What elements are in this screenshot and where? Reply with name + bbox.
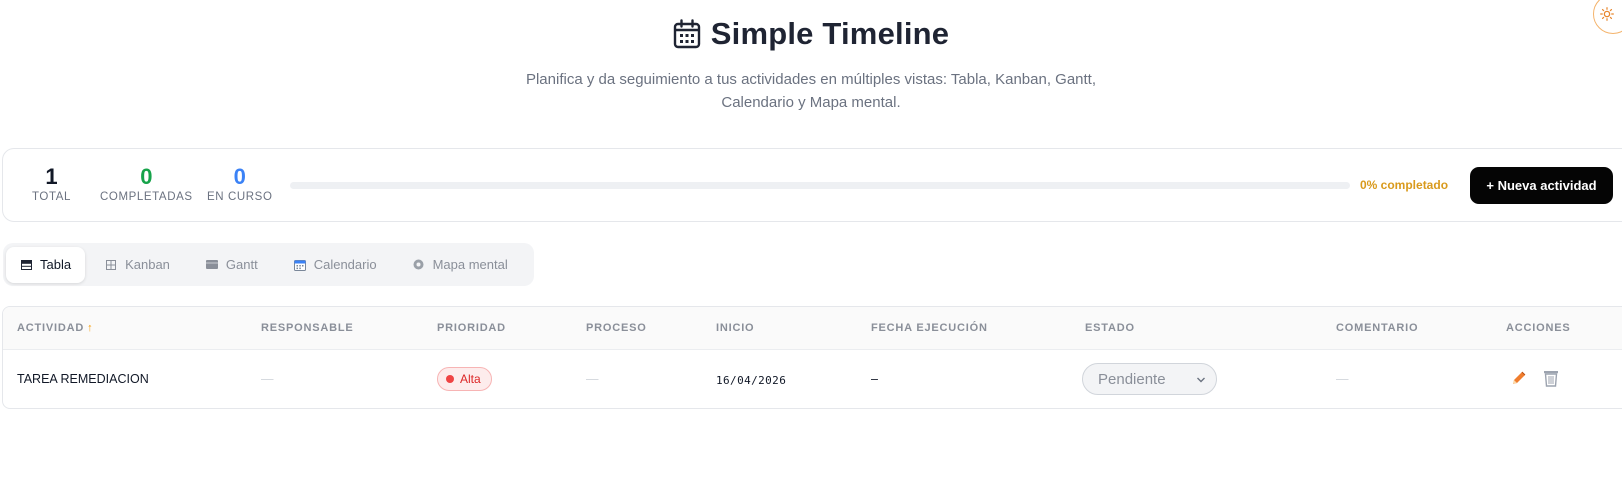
status-select-value: Pendiente bbox=[1098, 370, 1166, 388]
tab-label: Mapa mental bbox=[432, 257, 508, 272]
column-header-prioridad[interactable]: PRIORIDAD bbox=[437, 322, 506, 334]
tab-tabla[interactable]: Tabla bbox=[6, 246, 86, 283]
cell-execution-date: – bbox=[871, 372, 878, 386]
stat-total-value: 1 bbox=[45, 164, 58, 189]
stat-completed-value: 0 bbox=[140, 164, 153, 189]
stat-completed: 0 COMPLETADAS bbox=[100, 164, 193, 204]
mind-map-icon bbox=[413, 259, 425, 271]
tab-kanban[interactable]: Kanban bbox=[91, 247, 184, 283]
status-select[interactable]: Pendiente bbox=[1082, 363, 1217, 395]
column-header-fecha-ejecucion[interactable]: FECHA EJECUCIÓN bbox=[871, 322, 988, 334]
chevron-down-icon bbox=[1196, 373, 1206, 390]
tab-gantt[interactable]: Gantt bbox=[192, 247, 272, 283]
title-row: Simple Timeline bbox=[0, 14, 1622, 54]
tab-label: Gantt bbox=[225, 257, 258, 272]
progress-bar bbox=[290, 182, 1350, 189]
column-header-responsable[interactable]: RESPONSABLE bbox=[261, 322, 354, 334]
column-header-inicio[interactable]: INICIO bbox=[716, 322, 754, 334]
stat-total-label: TOTAL bbox=[32, 191, 71, 203]
cell-start-date: 16/04/2026 bbox=[716, 374, 787, 387]
stat-in-progress: 0 EN CURSO bbox=[207, 164, 273, 204]
progress-text: 0% completado bbox=[1360, 178, 1449, 192]
column-header-comentario[interactable]: COMENTARIO bbox=[1336, 322, 1418, 334]
column-header-estado[interactable]: ESTADO bbox=[1085, 322, 1135, 334]
table-icon bbox=[20, 259, 32, 271]
tab-label: Calendario bbox=[313, 257, 377, 272]
trash-icon[interactable] bbox=[1543, 369, 1559, 392]
page-subtitle: Planifica y da seguimiento a tus activid… bbox=[525, 71, 1097, 111]
calendar-icon bbox=[293, 259, 306, 271]
stat-in-progress-value: 0 bbox=[233, 164, 246, 189]
new-activity-button[interactable]: + Nueva actividad bbox=[1470, 167, 1613, 204]
calendar-icon bbox=[673, 19, 701, 49]
cell-responsible: — bbox=[261, 372, 274, 386]
priority-dot-icon bbox=[446, 375, 454, 383]
page-header: Simple Timeline Planifica y da seguimien… bbox=[0, 0, 1622, 114]
page-title: Simple Timeline bbox=[710, 16, 950, 51]
cell-comment: — bbox=[1336, 372, 1349, 386]
priority-label: Alta bbox=[460, 372, 481, 386]
gantt-icon bbox=[205, 259, 218, 271]
tab-label: Tabla bbox=[40, 257, 72, 272]
pencil-icon[interactable] bbox=[1510, 369, 1528, 392]
cell-activity: TAREA REMEDIACION bbox=[17, 372, 149, 386]
tab-calendario[interactable]: Calendario bbox=[280, 247, 391, 283]
stat-completed-label: COMPLETADAS bbox=[100, 191, 193, 203]
column-header-acciones: ACCIONES bbox=[1506, 322, 1571, 334]
tab-label: Kanban bbox=[125, 257, 170, 272]
activities-table: ACTIVIDAD ↑ RESPONSABLE PRIORIDAD PROCESO… bbox=[2, 306, 1622, 409]
cell-process: — bbox=[586, 372, 599, 386]
table-row: TAREA REMEDIACION — Alta — 16/04/2026 – … bbox=[3, 350, 1622, 408]
tab-mapa-mental[interactable]: Mapa mental bbox=[399, 247, 522, 283]
stats-card: 1 TOTAL 0 COMPLETADAS 0 EN CURSO 0% comp… bbox=[2, 148, 1622, 222]
stat-total: 1 TOTAL bbox=[32, 164, 71, 204]
column-header-actividad[interactable]: ACTIVIDAD ↑ bbox=[17, 322, 93, 334]
sun-icon bbox=[1600, 7, 1614, 21]
stat-in-progress-label: EN CURSO bbox=[207, 191, 273, 203]
sort-asc-icon: ↑ bbox=[87, 322, 94, 334]
table-header: ACTIVIDAD ↑ RESPONSABLE PRIORIDAD PROCESO… bbox=[3, 307, 1622, 350]
priority-badge: Alta bbox=[437, 367, 492, 391]
column-header-proceso[interactable]: PROCESO bbox=[586, 322, 647, 334]
kanban-icon bbox=[105, 259, 117, 271]
view-tabs: Tabla Kanban Gantt Calendario Mapa menta… bbox=[3, 243, 534, 286]
